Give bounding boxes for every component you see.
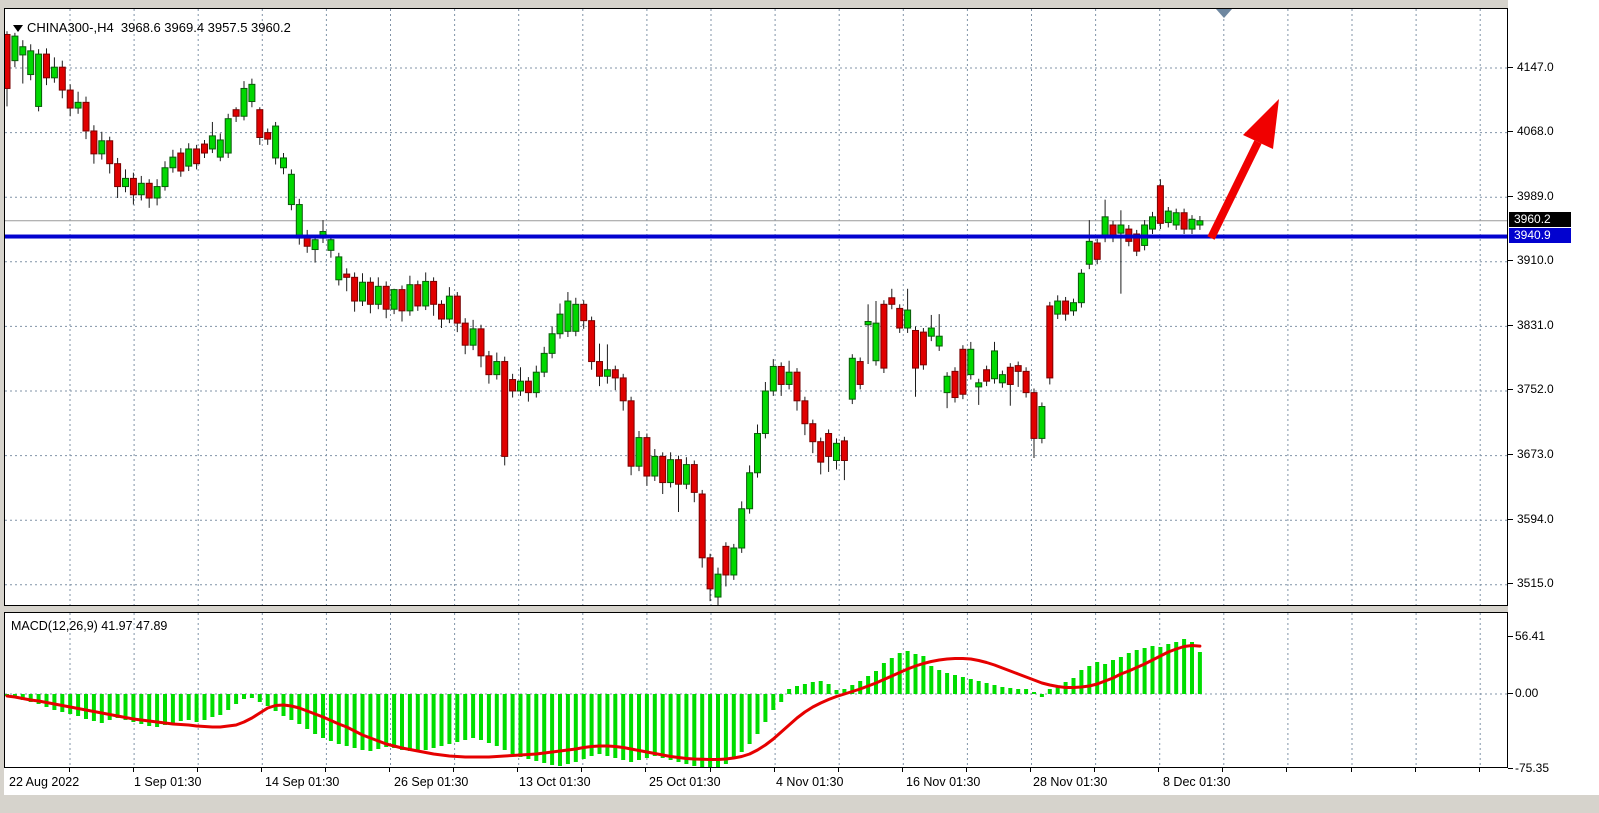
price-chart-panel[interactable]: CHINA300-,H4 3968.6 3969.4 3957.5 3960.2 (4, 8, 1508, 606)
time-axis-tick (966, 768, 967, 772)
price-chart-canvas[interactable] (5, 9, 1507, 605)
time-axis-label: 13 Oct 01:30 (519, 775, 591, 789)
chart-window: CHINA300-,H4 3968.6 3969.4 3957.5 3960.2… (0, 0, 1599, 813)
macd-axis-label: 56.41 (1515, 629, 1545, 643)
time-axis-tick (453, 768, 454, 772)
price-axis-label: 4147.0 (1517, 60, 1554, 74)
symbol-ohlc-title: CHINA300-,H4 3968.6 3969.4 3957.5 3960.2 (27, 20, 291, 35)
time-axis-tick (1094, 768, 1095, 772)
price-axis-label: 3752.0 (1517, 382, 1554, 396)
macd-axis-label: 0.00 (1515, 686, 1538, 700)
time-axis-tick (710, 768, 711, 772)
trend-arrow-annotation[interactable] (1211, 99, 1279, 238)
time-axis-tick (838, 768, 839, 772)
price-axis-tick (1508, 519, 1513, 520)
time-axis-label: 22 Aug 2022 (9, 775, 79, 789)
price-axis-label: 4068.0 (1517, 124, 1554, 138)
macd-axis-tick (1508, 768, 1513, 769)
price-axis-label: 3673.0 (1517, 447, 1554, 461)
price-axis-tick (1508, 389, 1513, 390)
time-axis-tick (645, 768, 646, 772)
macd-axis-label: -75.35 (1515, 761, 1549, 775)
time-axis-label: 28 Nov 01:30 (1033, 775, 1107, 789)
time-axis-tick (69, 768, 70, 772)
price-axis-label: 3831.0 (1517, 318, 1554, 332)
time-axis-tick (1479, 768, 1480, 772)
time-axis[interactable]: 22 Aug 2022 1 Sep 01:30 14 Sep 01:30 26 Sep… (4, 768, 1508, 795)
time-axis-tick (902, 768, 903, 772)
time-axis-tick (1286, 768, 1287, 772)
time-axis-tick (581, 768, 582, 772)
price-axis-label: 3989.0 (1517, 189, 1554, 203)
price-axis-label: 3594.0 (1517, 512, 1554, 526)
time-axis-label: 26 Sep 01:30 (394, 775, 468, 789)
price-axis-tick (1508, 325, 1513, 326)
time-axis-label: 25 Oct 01:30 (649, 775, 721, 789)
time-axis-tick (1158, 768, 1159, 772)
price-axis-tick (1508, 583, 1513, 584)
time-axis-label: 8 Dec 01:30 (1163, 775, 1230, 789)
macd-axis-tick (1508, 636, 1513, 637)
macd-indicator-panel[interactable]: MACD(12,26,9) 41.97 47.89 (4, 612, 1508, 768)
time-axis-label: 14 Sep 01:30 (265, 775, 339, 789)
price-axis-label: 3910.0 (1517, 253, 1554, 267)
macd-indicator-label: MACD(12,26,9) 41.97 47.89 (11, 619, 167, 633)
time-axis-tick (133, 768, 134, 772)
time-axis-label: 1 Sep 01:30 (134, 775, 201, 789)
time-axis-label: 16 Nov 01:30 (906, 775, 980, 789)
time-axis-tick (197, 768, 198, 772)
macd-canvas[interactable] (5, 613, 1507, 767)
time-axis-label: 4 Nov 01:30 (776, 775, 843, 789)
price-axis[interactable]: 4147.0 4068.0 3989.0 3910.0 3831.0 3752.0 3673… (1508, 8, 1599, 795)
time-axis-tick (774, 768, 775, 772)
price-axis-tick (1508, 260, 1513, 261)
price-axis-tick (1508, 131, 1513, 132)
time-axis-tick (325, 768, 326, 772)
price-axis-tick (1508, 454, 1513, 455)
time-axis-tick (389, 768, 390, 772)
current-price-tag: 3960.2 (1509, 212, 1571, 227)
time-axis-tick (1351, 768, 1352, 772)
time-axis-tick (517, 768, 518, 772)
chart-shift-marker-icon[interactable] (1216, 9, 1232, 18)
price-axis-label: 3515.0 (1517, 576, 1554, 590)
symbol-dropdown-icon[interactable] (13, 25, 23, 32)
time-axis-tick (1030, 768, 1031, 772)
time-axis-tick (261, 768, 262, 772)
time-axis-tick (1415, 768, 1416, 772)
price-axis-tick (1508, 196, 1513, 197)
hline-price-tag: 3940.9 (1509, 228, 1571, 243)
support-line[interactable] (5, 235, 1507, 239)
time-axis-tick (1222, 768, 1223, 772)
price-axis-tick (1508, 67, 1513, 68)
macd-axis-tick (1508, 693, 1513, 694)
